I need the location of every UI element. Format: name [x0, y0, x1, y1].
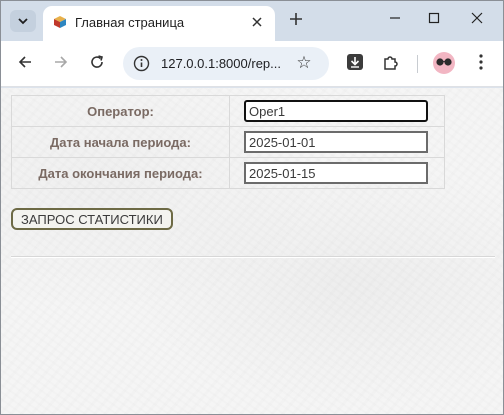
statistics-form-table: Оператор: Дата начала периода: Дата окон… [11, 95, 445, 189]
plus-icon [289, 9, 303, 32]
maximize-icon [428, 11, 440, 29]
form-row-operator: Оператор: [11, 95, 445, 127]
operator-label: Оператор: [11, 95, 230, 127]
start-date-label: Дата начала периода: [11, 126, 230, 158]
downloads-button[interactable] [344, 53, 366, 75]
url-text: 127.0.0.1:8000/rep... [161, 56, 281, 71]
download-icon [346, 53, 364, 76]
maximize-button[interactable] [414, 5, 454, 35]
arrow-left-icon [17, 54, 33, 75]
minimize-button[interactable] [375, 5, 415, 35]
close-icon [252, 14, 262, 30]
reload-icon [89, 54, 105, 75]
chevron-down-icon [18, 14, 28, 28]
reload-button[interactable] [84, 51, 110, 77]
tab-strip: Главная страница [1, 1, 503, 41]
browser-toolbar: 127.0.0.1:8000/rep... ☆ [1, 41, 503, 87]
forward-button[interactable] [48, 51, 74, 77]
operator-input[interactable] [244, 100, 428, 122]
end-date-label: Дата окончания периода: [11, 157, 230, 189]
minimize-icon [389, 11, 401, 29]
arrow-right-icon [53, 54, 69, 75]
form-row-start-date: Дата начала периода: [11, 126, 445, 158]
window-close-button[interactable] [457, 5, 497, 35]
browser-window: Главная страница 127.0.0.1:8000/rep... ☆… [0, 0, 504, 415]
bookmark-star-icon[interactable]: ☆ [294, 53, 314, 73]
end-date-input[interactable] [244, 162, 428, 184]
tab-close-button[interactable] [247, 12, 267, 32]
puzzle-icon [382, 53, 400, 76]
favicon-icon [52, 14, 68, 30]
request-statistics-button[interactable]: ЗАПРОС СТАТИСТИКИ [11, 208, 173, 230]
back-button[interactable] [12, 51, 38, 77]
form-row-end-date: Дата окончания периода: [11, 157, 445, 189]
more-vertical-icon [479, 53, 483, 75]
extensions-button[interactable] [380, 53, 402, 75]
page-content: Оператор: Дата начала периода: Дата окон… [1, 88, 503, 414]
toolbar-divider [417, 55, 418, 73]
tab-title: Главная страница [75, 15, 185, 30]
new-tab-button[interactable] [285, 9, 307, 31]
tab-search-button[interactable] [10, 10, 36, 32]
address-bar[interactable]: 127.0.0.1:8000/rep... ☆ [123, 47, 329, 80]
profile-avatar[interactable] [433, 52, 455, 74]
active-tab[interactable]: Главная страница [43, 6, 275, 41]
start-date-input[interactable] [244, 131, 428, 153]
horizontal-divider [11, 256, 495, 258]
browser-menu-button[interactable] [471, 52, 491, 76]
site-info-icon[interactable] [133, 55, 150, 72]
close-icon [471, 11, 483, 29]
glasses-icon [435, 54, 453, 72]
